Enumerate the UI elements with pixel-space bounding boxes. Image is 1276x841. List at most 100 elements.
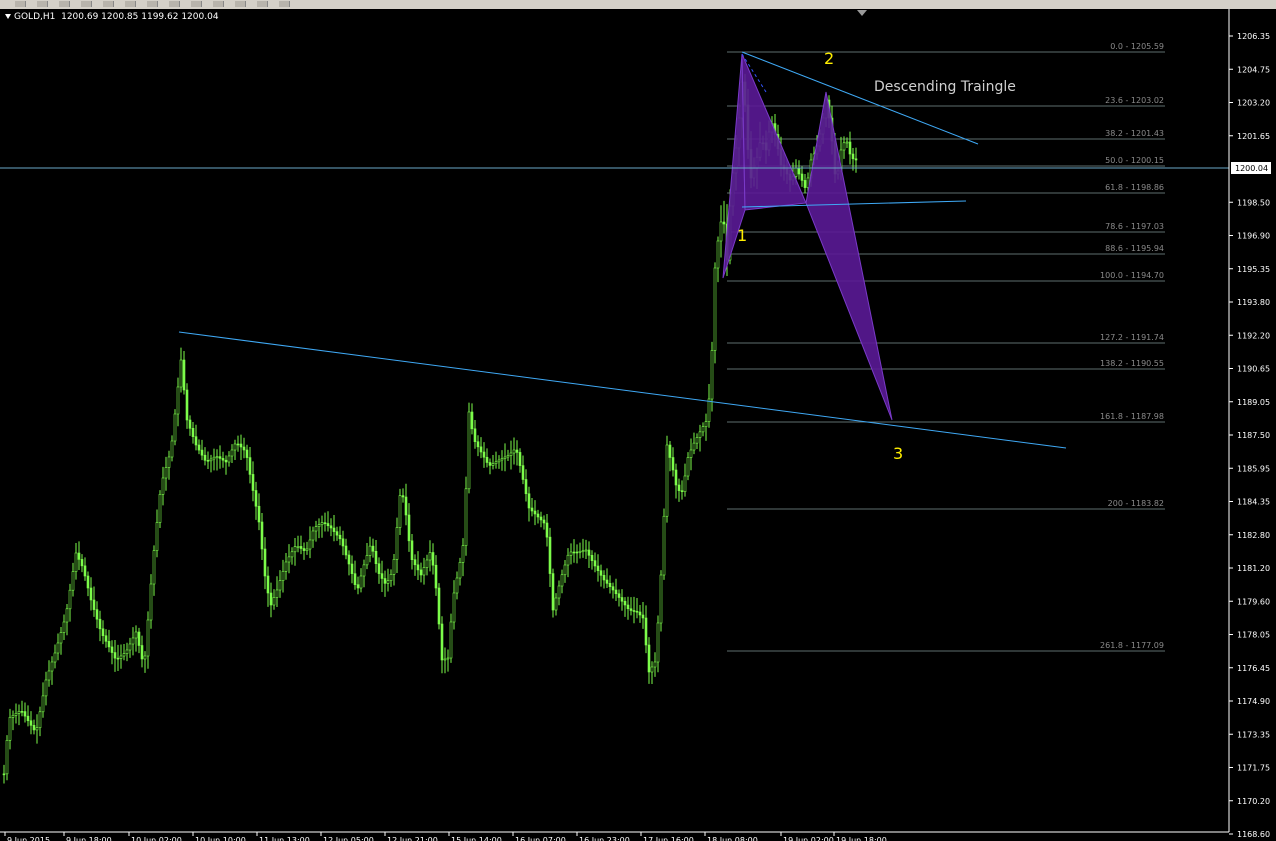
candle-body (176, 386, 180, 415)
candle-body (674, 469, 678, 486)
candle-body (50, 661, 54, 672)
candle-body (686, 457, 690, 477)
candle-body (191, 428, 195, 437)
time-axis: 9 Jun 2015 9 Jun 18:00 10 Jun 02:00 10 Jun … (4, 832, 887, 841)
price-tick-label: 1185.95 (1237, 464, 1270, 473)
time-tick-label: 9 Jun 18:00 (66, 836, 112, 841)
candle-body (584, 549, 588, 552)
candle-body (260, 521, 264, 550)
candle-body (407, 514, 411, 542)
candle-body (533, 510, 537, 515)
fib-level-label: 161.8 - 1187.98 (1100, 412, 1164, 421)
candle-body (116, 657, 120, 660)
candle-body (611, 586, 615, 591)
candle-body (578, 551, 582, 553)
candle-body (404, 496, 408, 516)
candle-body (356, 584, 360, 589)
candle-body (413, 559, 417, 566)
candle-body (308, 539, 312, 550)
candle-body (452, 592, 456, 623)
candle-body (113, 652, 117, 659)
candle-body (65, 608, 69, 623)
candle-body (455, 577, 459, 594)
candle-body (719, 221, 723, 242)
candle-body (302, 548, 306, 551)
candle-body (206, 459, 210, 462)
harmonic-pattern[interactable] (722, 53, 893, 421)
candle-body (587, 549, 591, 556)
candle-body (284, 561, 288, 572)
candle-body (581, 550, 585, 552)
price-tick-label: 1171.75 (1237, 764, 1270, 773)
candle-body (167, 456, 171, 468)
symbol-info: GOLD,H1 1200.69 1200.85 1199.62 1200.04 (5, 12, 219, 22)
ohlc-values: 1200.69 1200.85 1199.62 1200.04 (61, 12, 219, 22)
candle-body (422, 567, 426, 576)
candle-body (503, 456, 507, 459)
candle-body (326, 523, 330, 527)
candle-body (572, 551, 576, 554)
candle-body (209, 458, 213, 462)
candle-body (227, 455, 231, 463)
time-tick-label: 11 Jun 13:00 (259, 836, 310, 841)
candle-body (560, 574, 564, 587)
candle-body (194, 436, 198, 446)
candle-body (38, 711, 42, 728)
candle-body (671, 457, 675, 471)
candle-body (434, 564, 438, 589)
fib-level-label: 38.2 - 1201.43 (1105, 129, 1164, 138)
candle-body (722, 221, 726, 225)
long-descending-trendline[interactable] (178, 331, 1067, 449)
candle-body (485, 456, 489, 463)
pattern-leg-a-b[interactable] (741, 53, 807, 211)
candle-body (137, 631, 141, 646)
point-2-label: 2 (824, 49, 834, 68)
candle-body (449, 621, 453, 659)
candle-body (245, 449, 249, 458)
price-tick-label: 1179.60 (1237, 597, 1270, 606)
candle-body (41, 695, 45, 713)
price-tick-label: 1173.35 (1237, 730, 1270, 739)
candle-body (68, 589, 72, 610)
candle-body (203, 454, 207, 461)
pattern-leg-b-c[interactable] (805, 91, 893, 421)
candle-body (500, 458, 504, 461)
candle-body (542, 519, 546, 524)
triangle-upper-trendline[interactable] (741, 51, 979, 145)
candle-body (668, 444, 672, 458)
chart-shift-marker-icon[interactable] (857, 10, 867, 16)
candle-body (488, 462, 492, 466)
fibonacci-levels[interactable]: 0.0 - 1205.59 23.6 - 1203.02 38.2 - 1201.4… (727, 42, 1165, 652)
candle-body (395, 527, 399, 560)
candle-body (710, 350, 714, 400)
candle-body (482, 451, 486, 458)
candle-body (527, 493, 531, 509)
candle-body (128, 643, 132, 651)
candle-body (71, 571, 75, 591)
chart-menu-arrow-icon[interactable] (5, 14, 11, 19)
time-tick-label: 10 Jun 02:00 (131, 836, 182, 841)
candle-body (554, 597, 558, 611)
candle-body (182, 359, 186, 391)
candle-body (626, 604, 630, 610)
candle-body (854, 158, 858, 161)
trendlines[interactable] (178, 51, 1067, 449)
candle-body (248, 457, 252, 475)
candle-body (134, 631, 138, 639)
price-tick-label: 1193.80 (1237, 298, 1270, 307)
candle-body (521, 465, 525, 480)
price-tick-label: 1168.60 (1237, 830, 1270, 839)
candle-body (635, 610, 639, 613)
candle-body (125, 649, 129, 654)
candle-body (32, 725, 36, 731)
candle-body (623, 600, 627, 606)
candle-body (650, 666, 654, 673)
price-tick-label: 1195.35 (1237, 265, 1270, 274)
candle-body (140, 645, 144, 660)
fib-level-label: 23.6 - 1203.02 (1105, 96, 1164, 105)
candle-body (110, 646, 114, 653)
candle-body (848, 141, 852, 155)
price-chart[interactable]: 0.0 - 1205.59 23.6 - 1203.02 38.2 - 1201.4… (0, 0, 1276, 841)
candle-body (383, 578, 387, 584)
candle-body (353, 573, 357, 585)
